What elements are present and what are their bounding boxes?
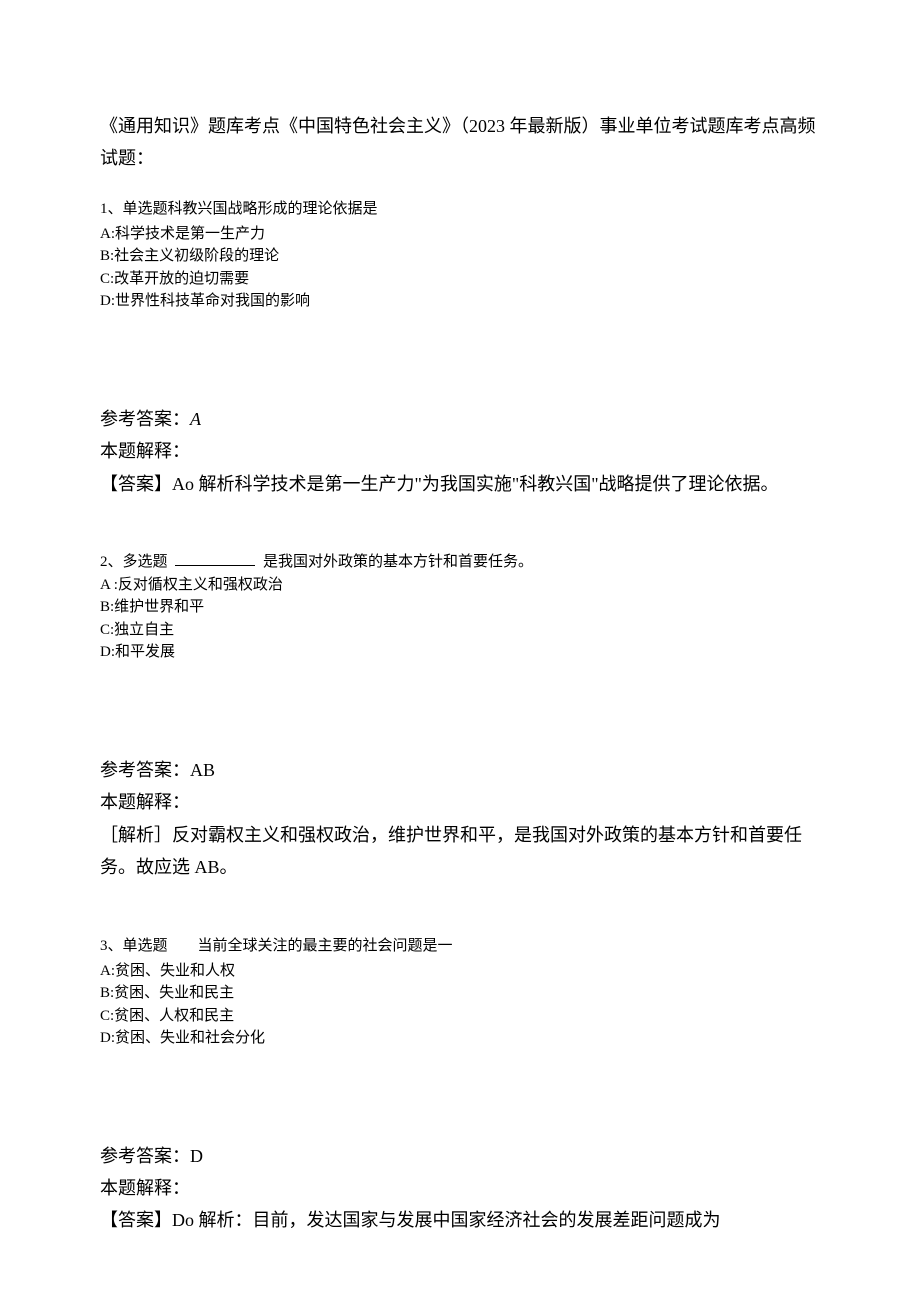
q2-option-a: A :反对循权主义和强权政治	[100, 574, 820, 597]
a2-exp-label: 本题解释：	[100, 786, 820, 818]
answer-2: 参考答案：AB 本题解释： ［解析］反对霸权主义和强权政治，维护世界和平，是我国…	[100, 754, 820, 884]
question-2: 2、多选题 是我国对外政策的基本方针和首要任务。 A :反对循权主义和强权政治 …	[100, 550, 820, 664]
q2-stem: 2、多选题 是我国对外政策的基本方针和首要任务。	[100, 550, 820, 574]
a2-ref-label: 参考答案：	[100, 760, 190, 780]
q3-stem: 3、单选题 当前全球关注的最主要的社会问题是一	[100, 934, 820, 958]
q3-option-c: C:贫困、人权和民主	[100, 1005, 820, 1028]
q3-option-d: D:贫困、失业和社会分化	[100, 1027, 820, 1050]
a2-exp-text: ［解析］反对霸权主义和强权政治，维护世界和平，是我国对外政策的基本方针和首要任务…	[100, 819, 820, 884]
document-page: 《通用知识》题库考点《中国特色社会主义》（2023 年最新版）事业单位考试题库考…	[0, 0, 920, 1297]
fill-blank	[175, 550, 255, 566]
question-3: 3、单选题 当前全球关注的最主要的社会问题是一 A:贫困、失业和人权 B:贫困、…	[100, 934, 820, 1050]
q3-option-b: B:贫困、失业和民主	[100, 982, 820, 1005]
a1-ref-value: A	[190, 409, 201, 429]
a3-exp-label: 本题解释：	[100, 1172, 820, 1204]
a1-exp-label: 本题解释：	[100, 435, 820, 467]
a1-exp-text: 【答案】Ao 解析科学技术是第一生产力"为我国实施"科教兴国"战略提供了理论依据…	[100, 468, 820, 500]
q2-prefix: 2、多选题	[100, 554, 168, 570]
q1-stem: 1、单选题科教兴国战略形成的理论依据是	[100, 197, 820, 221]
q1-option-b: B:社会主义初级阶段的理论	[100, 245, 820, 268]
document-title: 《通用知识》题库考点《中国特色社会主义》（2023 年最新版）事业单位考试题库考…	[100, 110, 820, 175]
q2-option-d: D:和平发展	[100, 641, 820, 664]
answer-1: 参考答案：A 本题解释： 【答案】Ao 解析科学技术是第一生产力"为我国实施"科…	[100, 403, 820, 500]
a1-reference: 参考答案：A	[100, 403, 820, 435]
q2-option-c: C:独立自主	[100, 619, 820, 642]
q1-option-c: C:改革开放的迫切需要	[100, 268, 820, 291]
a2-reference: 参考答案：AB	[100, 754, 820, 786]
question-1: 1、单选题科教兴国战略形成的理论依据是 A:科学技术是第一生产力 B:社会主义初…	[100, 197, 820, 313]
a2-ref-value: AB	[190, 760, 215, 780]
answer-3: 参考答案：D 本题解释： 【答案】Do 解析：目前，发达国家与发展中国家经济社会…	[100, 1140, 820, 1237]
a3-ref-value: D	[190, 1146, 203, 1166]
a3-reference: 参考答案：D	[100, 1140, 820, 1172]
a3-exp-text: 【答案】Do 解析：目前，发达国家与发展中国家经济社会的发展差距问题成为	[100, 1204, 820, 1236]
q2-suffix: 是我国对外政策的基本方针和首要任务。	[263, 554, 533, 570]
q1-option-d: D:世界性科技革命对我国的影响	[100, 290, 820, 313]
q3-option-a: A:贫困、失业和人权	[100, 960, 820, 983]
a1-ref-label: 参考答案：	[100, 409, 190, 429]
q1-option-a: A:科学技术是第一生产力	[100, 223, 820, 246]
q2-option-b: B:维护世界和平	[100, 596, 820, 619]
a3-ref-label: 参考答案：	[100, 1146, 190, 1166]
